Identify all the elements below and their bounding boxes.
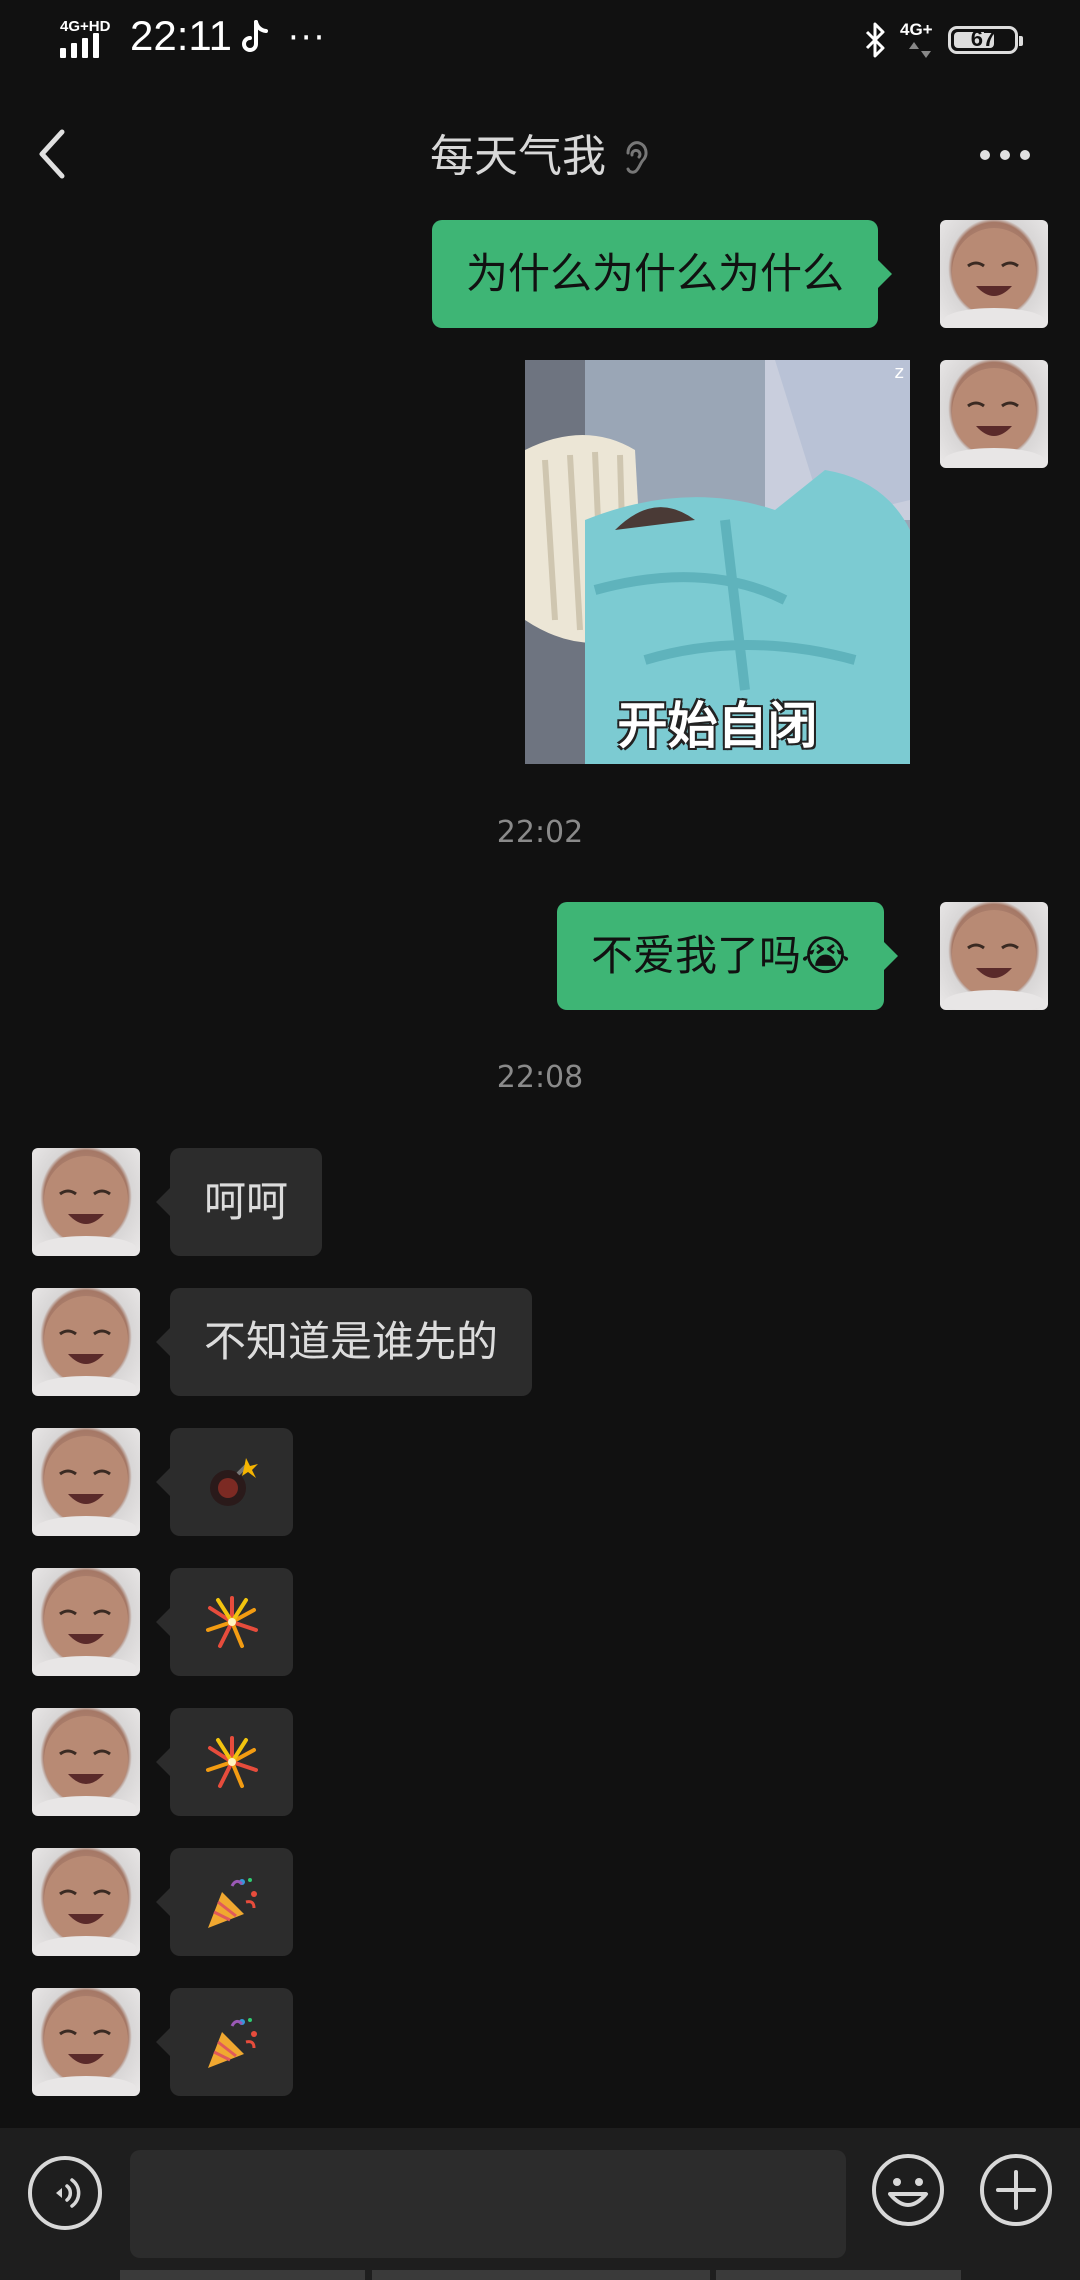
input-bar	[0, 2128, 1080, 2280]
battery-level: 67	[970, 26, 996, 51]
avatar-contact[interactable]	[32, 1288, 140, 1396]
message-bubble-incoming[interactable]	[156, 1568, 293, 1676]
timestamp: 22:08	[496, 1060, 584, 1095]
voice-icon[interactable]	[28, 2156, 102, 2230]
message-bubble-incoming[interactable]	[156, 1848, 293, 1956]
status-bar: 4G+HD 22:11 ··· 4G+ 67	[0, 0, 1080, 80]
ear-icon	[626, 141, 648, 174]
message-text: 不知道是谁先的	[204, 1317, 499, 1366]
smiley-icon[interactable]	[870, 2152, 946, 2228]
message-bubble-outgoing[interactable]: 为什么为什么为什么	[432, 220, 893, 328]
keyboard-edge	[372, 2270, 710, 2280]
message-input[interactable]	[130, 2150, 846, 2258]
firework-icon	[206, 1596, 258, 1648]
message-bubble-incoming[interactable]	[156, 1988, 293, 2096]
firework-icon	[206, 1736, 258, 1788]
message-bubble-incoming[interactable]	[156, 1708, 293, 1816]
sticker-mark: z	[894, 362, 904, 383]
cell-signal-icon: 4G+HD	[58, 18, 110, 60]
keyboard-edge	[716, 2270, 961, 2280]
avatar-contact[interactable]	[32, 1568, 140, 1676]
keyboard-edge	[120, 2270, 365, 2280]
avatar-contact[interactable]	[32, 1148, 140, 1256]
avatar-me[interactable]	[940, 220, 1048, 328]
avatar-contact[interactable]	[32, 1848, 140, 1956]
avatar-contact[interactable]	[32, 1428, 140, 1536]
more-notifications-icon: ···	[288, 18, 327, 58]
party-popper-icon	[208, 1878, 257, 1928]
sticker-caption: 开始自闭	[617, 697, 818, 755]
tiktok-icon	[242, 20, 268, 52]
message-bubble-incoming[interactable]: 不知道是谁先的	[155, 1288, 533, 1396]
mobile-data-icon: 4G+	[900, 20, 940, 60]
chat-header: 每天气我	[0, 80, 1080, 215]
battery-icon: 67	[948, 26, 1023, 54]
chat-title-text: 每天气我	[430, 131, 606, 182]
network-type-label-right: 4G+	[900, 20, 933, 39]
bluetooth-icon	[865, 22, 885, 58]
sticker-image[interactable]: z 开始自闭	[525, 360, 910, 764]
timestamp: 22:02	[496, 815, 584, 850]
avatar-contact[interactable]	[32, 1988, 140, 2096]
chat-title: 每天气我	[0, 120, 1080, 184]
message-text: 呵呵	[204, 1177, 289, 1226]
message-bubble-incoming[interactable]	[156, 1428, 293, 1536]
clock: 22:11	[130, 12, 232, 59]
message-text: 不爱我了吗😭	[591, 931, 851, 980]
avatar-me[interactable]	[940, 902, 1048, 1010]
more-dots-icon[interactable]	[975, 140, 1035, 170]
avatar-me[interactable]	[940, 360, 1048, 468]
message-bubble-incoming[interactable]: 呵呵	[155, 1148, 323, 1256]
message-bubble-outgoing[interactable]: 不爱我了吗😭	[557, 902, 899, 1010]
plus-icon[interactable]	[978, 2152, 1054, 2228]
avatar-contact[interactable]	[32, 1708, 140, 1816]
bomb-icon	[210, 1458, 258, 1506]
party-popper-icon	[208, 2018, 257, 2068]
message-text: 为什么为什么为什么	[466, 249, 845, 298]
